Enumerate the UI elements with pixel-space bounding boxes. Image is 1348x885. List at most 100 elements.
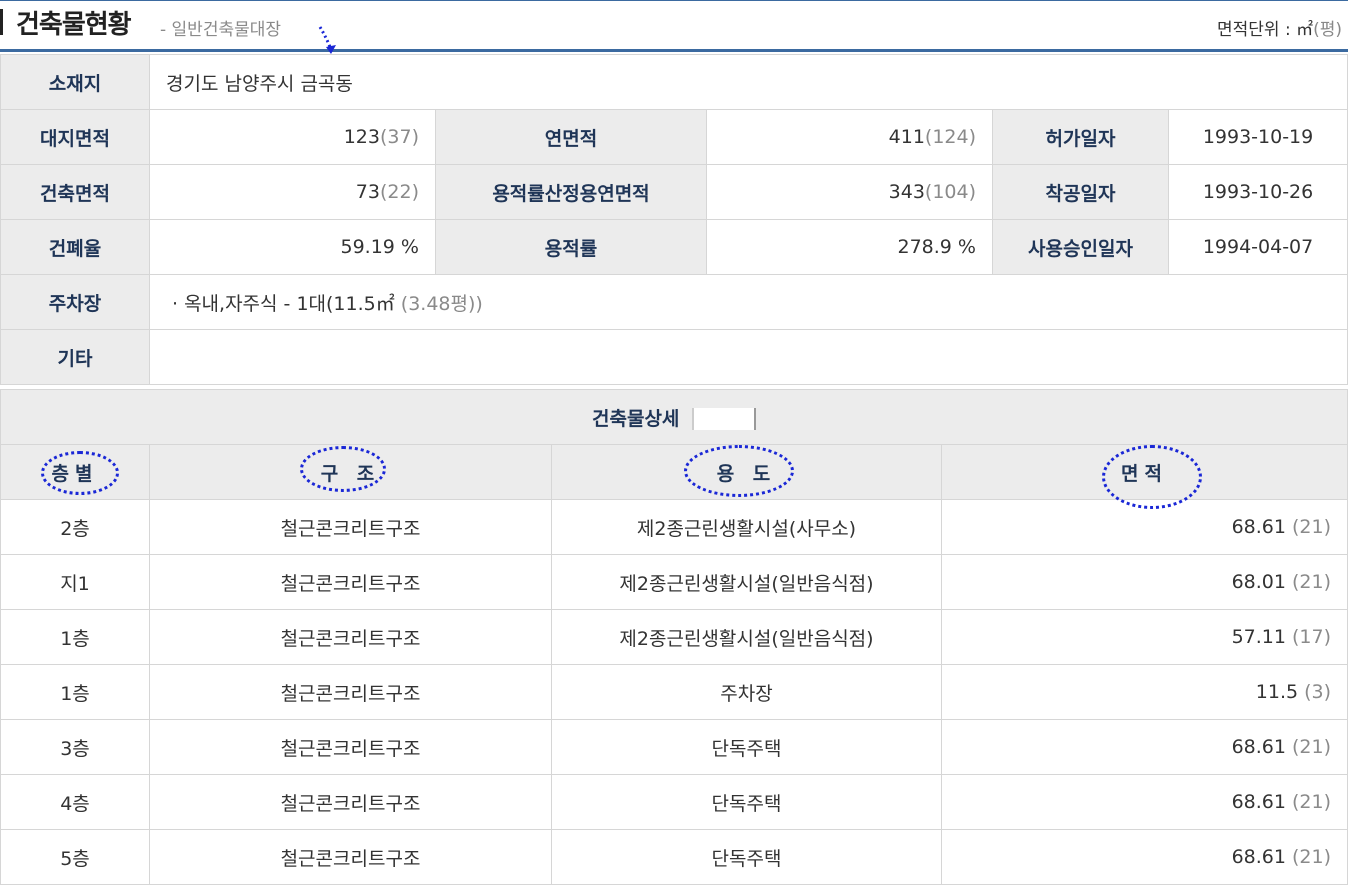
site-area-cell: 123(37) xyxy=(149,109,436,165)
detail-title-row: 건축물상세 xyxy=(0,389,1348,445)
coverage-value: 59.19 % xyxy=(149,219,436,275)
etc-label: 기타 xyxy=(0,329,150,385)
start-date-label: 착공일자 xyxy=(992,164,1169,220)
site-area-label: 대지면적 xyxy=(0,109,150,165)
far-floor-area-value: 343 xyxy=(888,181,925,203)
table-row: 5층 철근콘크리트구조 단독주택 68.61 (21) xyxy=(0,829,1348,885)
cell-area: 68.61 (21) xyxy=(940,774,1348,830)
location-label: 소재지 xyxy=(0,54,150,110)
cell-floor: 5층 xyxy=(0,829,150,885)
parking-value: · 옥내,자주식 - 1대(11.5㎡ xyxy=(172,292,395,315)
parking-cell: · 옥내,자주식 - 1대(11.5㎡ (3.48평)) xyxy=(148,274,1348,330)
cell-area: 68.01 (21) xyxy=(940,554,1348,610)
cell-area-pyeong: (21) xyxy=(1285,791,1332,813)
building-area-pyeong: (22) xyxy=(379,181,419,203)
cell-use: 단독주택 xyxy=(551,719,942,775)
area-unit-label: 면적단위 : ㎡ xyxy=(1216,20,1314,40)
annotation-oval-use xyxy=(684,445,794,497)
table-row: 1층 철근콘크리트구조 제2종근린생활시설(일반음식점) 57.11 (17) xyxy=(0,609,1348,665)
location-value: 경기도 남양주시 금곡동 xyxy=(148,54,1348,110)
cell-area-pyeong: (17) xyxy=(1285,626,1332,648)
cell-area-pyeong: (21) xyxy=(1285,571,1332,593)
table-row: 1층 철근콘크리트구조 주차장 11.5 (3) xyxy=(0,664,1348,720)
cell-use: 주차장 xyxy=(551,664,942,720)
approval-date-label: 사용승인일자 xyxy=(992,219,1169,275)
cell-use: 단독주택 xyxy=(551,774,942,830)
title-marker xyxy=(0,9,3,35)
site-area-value: 123 xyxy=(343,126,380,148)
cell-area-pyeong: (3) xyxy=(1298,681,1332,703)
approval-date-value: 1994-04-07 xyxy=(1167,219,1348,275)
total-floor-area-cell: 411(124) xyxy=(706,109,993,165)
cell-floor: 4층 xyxy=(0,774,150,830)
far-floor-area-cell: 343(104) xyxy=(706,164,993,220)
cell-floor: 지1 xyxy=(0,554,150,610)
cell-structure: 철근콘크리트구조 xyxy=(149,609,552,665)
cell-area: 11.5 (3) xyxy=(940,664,1348,720)
row-ratios: 건폐율 59.19 % 용적률 278.9 % 사용승인일자 1994-04-0… xyxy=(0,219,1348,275)
section-header: 건축물현황 - 일반건축물대장 면적단위 : ㎡(평) xyxy=(0,0,1348,54)
cell-use: 단독주택 xyxy=(551,829,942,885)
cell-floor: 2층 xyxy=(0,499,150,555)
cell-structure: 철근콘크리트구조 xyxy=(149,829,552,885)
row-areas-2: 건축면적 73(22) 용적률산정용연면적 343(104) 착공일자 1993… xyxy=(0,164,1348,220)
cell-area-pyeong: (21) xyxy=(1285,736,1332,758)
far-floor-area-label: 용적률산정용연면적 xyxy=(435,164,707,220)
cell-structure: 철근콘크리트구조 xyxy=(149,499,552,555)
detail-header-row: 층별 구 조 용 도 면적 xyxy=(0,444,1348,509)
cell-use: 제2종근린생활시설(일반음식점) xyxy=(551,554,942,610)
cell-structure: 철근콘크리트구조 xyxy=(149,719,552,775)
cell-area-value: 68.61 xyxy=(1231,791,1286,813)
far-value: 278.9 % xyxy=(706,219,993,275)
cell-area-value: 11.5 xyxy=(1255,681,1299,703)
annotation-arrow-icon xyxy=(318,26,336,54)
table-row: 4층 철근콘크리트구조 단독주택 68.61 (21) xyxy=(0,774,1348,830)
cell-area-value: 68.61 xyxy=(1231,846,1286,868)
far-floor-area-pyeong: (104) xyxy=(924,181,976,203)
building-area-label: 건축면적 xyxy=(0,164,150,220)
cell-area-value: 57.11 xyxy=(1231,626,1286,648)
detail-title-box xyxy=(692,408,757,430)
column-use: 용 도 xyxy=(551,444,942,500)
annotation-oval-floor xyxy=(41,451,119,495)
start-date-value: 1993-10-26 xyxy=(1167,164,1348,220)
total-floor-area-label: 연면적 xyxy=(435,109,707,165)
cell-floor: 1층 xyxy=(0,664,150,720)
area-unit: 면적단위 : ㎡(평) xyxy=(1217,15,1342,40)
table-row: 3층 철근콘크리트구조 단독주택 68.61 (21) xyxy=(0,719,1348,775)
detail-title-cell: 건축물상세 xyxy=(0,389,1348,445)
cell-area: 68.61 (21) xyxy=(940,829,1348,885)
cell-area: 68.61 (21) xyxy=(940,719,1348,775)
row-parking: 주차장 · 옥내,자주식 - 1대(11.5㎡ (3.48평)) xyxy=(0,274,1348,330)
cell-structure: 철근콘크리트구조 xyxy=(149,774,552,830)
permit-date-label: 허가일자 xyxy=(992,109,1169,165)
table-row: 지1 철근콘크리트구조 제2종근린생활시설(일반음식점) 68.01 (21) xyxy=(0,554,1348,610)
row-etc: 기타 xyxy=(0,329,1348,385)
cell-structure: 철근콘크리트구조 xyxy=(149,664,552,720)
building-area-value: 73 xyxy=(355,181,380,203)
site-area-pyeong: (37) xyxy=(379,126,419,148)
cell-area-pyeong: (21) xyxy=(1285,846,1332,868)
parking-label: 주차장 xyxy=(0,274,150,330)
cell-structure: 철근콘크리트구조 xyxy=(149,554,552,610)
annotation-oval-area xyxy=(1102,445,1202,509)
cell-floor: 1층 xyxy=(0,609,150,665)
cell-area: 57.11 (17) xyxy=(940,609,1348,665)
building-detail-table: 건축물상세 층별 구 조 용 도 면적 2층 철근콘크리트구조 제2종근린생활시설(… xyxy=(0,389,1348,885)
row-areas-1: 대지면적 123(37) 연면적 411(124) 허가일자 1993-10-1… xyxy=(0,109,1348,165)
cell-use: 제2종근린생활시설(일반음식점) xyxy=(551,609,942,665)
total-floor-area-pyeong: (124) xyxy=(924,126,976,148)
building-summary-table: 소재지 경기도 남양주시 금곡동 대지면적 123(37) 연면적 411(12… xyxy=(0,54,1348,385)
row-location: 소재지 경기도 남양주시 금곡동 xyxy=(0,54,1348,110)
column-area: 면적 xyxy=(940,444,1348,509)
cell-area-value: 68.61 xyxy=(1231,736,1286,758)
page-subtitle: - 일반건축물대장 xyxy=(160,20,282,40)
building-area-cell: 73(22) xyxy=(149,164,436,220)
column-structure: 구 조 xyxy=(149,444,552,500)
cell-area-value: 68.01 xyxy=(1231,571,1286,593)
etc-value xyxy=(148,329,1348,385)
parking-pyeong: (3.48평)) xyxy=(394,292,483,315)
detail-rows: 2층 철근콘크리트구조 제2종근린생활시설(사무소) 68.61 (21) 지1 철근콘크… xyxy=(0,499,1348,885)
permit-date-value: 1993-10-19 xyxy=(1167,109,1348,165)
total-floor-area-value: 411 xyxy=(888,126,925,148)
